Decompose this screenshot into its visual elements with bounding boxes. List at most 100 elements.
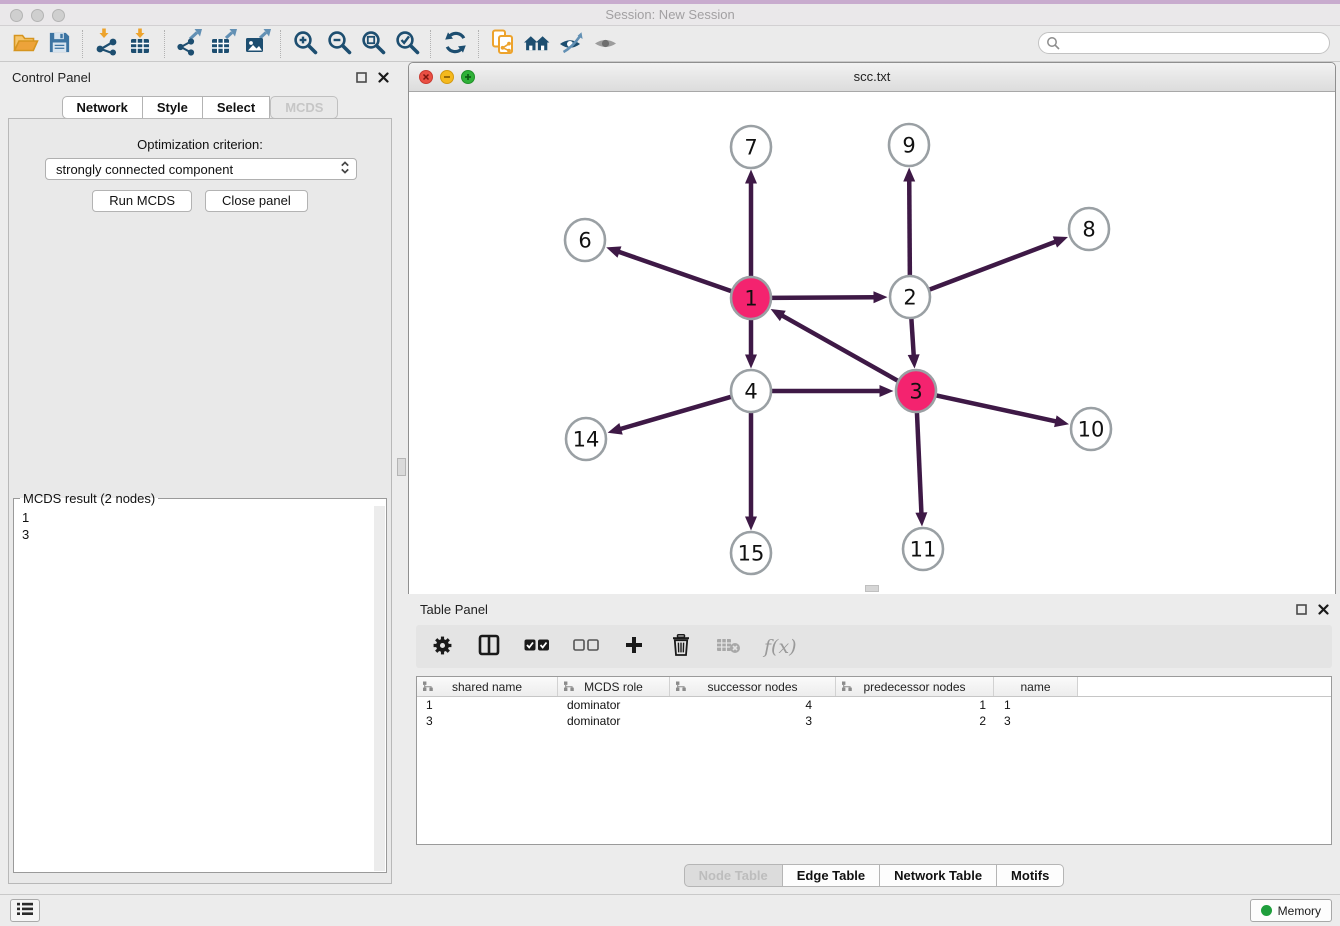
delete-column-button[interactable] — [669, 635, 693, 659]
edge-2-8[interactable] — [928, 241, 1057, 290]
cell-predecessor-nodes[interactable]: 1 — [836, 698, 994, 712]
column-layout-button[interactable] — [477, 635, 501, 659]
edge-4-14[interactable] — [619, 396, 733, 429]
edge-1-2[interactable] — [770, 297, 876, 298]
node-label-7: 7 — [744, 136, 757, 160]
column-label: name — [1020, 680, 1050, 694]
table-row[interactable]: 3dominator323 — [417, 713, 1331, 729]
edge-3-10[interactable] — [935, 395, 1058, 422]
tab-select[interactable]: Select — [203, 96, 270, 119]
cell-predecessor-nodes[interactable]: 2 — [836, 714, 994, 728]
node-table[interactable]: shared nameMCDS rolesuccessor nodesprede… — [416, 676, 1332, 845]
memory-button[interactable]: Memory — [1250, 899, 1332, 922]
float-panel-icon[interactable] — [1295, 603, 1308, 616]
copy-network-icon — [489, 28, 517, 59]
houses-icon — [523, 28, 551, 59]
toolbar-separator — [164, 30, 166, 58]
network-view-window: scc.txt 1234678910111415 — [408, 62, 1336, 594]
export-image-icon — [243, 28, 271, 59]
table-toolbar: f(x) — [416, 625, 1332, 668]
panel-splitter-handle[interactable] — [397, 458, 406, 476]
cell-shared-name[interactable]: 3 — [417, 714, 558, 728]
tab-motifs[interactable]: Motifs — [997, 864, 1064, 887]
zoom-out-icon — [326, 29, 353, 59]
cell-successor-nodes[interactable]: 4 — [670, 698, 836, 712]
arrowhead-4-15 — [745, 517, 757, 531]
zoom-fit-button[interactable] — [356, 28, 390, 60]
control-panel-title: Control Panel — [12, 70, 91, 85]
export-table-button[interactable] — [206, 28, 240, 60]
float-panel-icon[interactable] — [355, 71, 368, 84]
table-settings-button[interactable] — [430, 635, 454, 659]
column-header-predecessor-nodes[interactable]: predecessor nodes — [836, 677, 994, 696]
cell-successor-nodes[interactable]: 3 — [670, 714, 836, 728]
refresh-layout-button[interactable] — [438, 28, 472, 60]
network-window-titlebar[interactable]: scc.txt — [409, 63, 1335, 92]
cell-name[interactable]: 1 — [994, 698, 1078, 712]
canvas-resize-grip[interactable] — [865, 585, 879, 592]
import-network-button[interactable] — [90, 28, 124, 60]
tab-network[interactable]: Network — [62, 96, 143, 119]
result-scrollbar[interactable] — [374, 506, 385, 871]
edge-3-1[interactable] — [781, 315, 899, 382]
criterion-dropdown[interactable]: strongly connected component — [45, 158, 357, 180]
import-table-icon — [127, 28, 155, 59]
search-icon — [1046, 36, 1061, 51]
search-field[interactable] — [1038, 32, 1330, 54]
function-builder-button[interactable]: f(x) — [764, 635, 797, 659]
network-canvas[interactable]: 1234678910111415 — [409, 92, 1335, 594]
criterion-value: strongly connected component — [56, 162, 340, 177]
zoom-selected-button[interactable] — [390, 28, 424, 60]
tab-mcds[interactable]: MCDS — [270, 96, 338, 119]
delete-table-icon — [716, 636, 741, 657]
column-header-mcds-role[interactable]: MCDS role — [558, 677, 670, 696]
column-header-shared-name[interactable]: shared name — [417, 677, 558, 696]
tab-node-table[interactable]: Node Table — [684, 864, 783, 887]
arrowhead-1-4 — [745, 355, 757, 369]
import-table-button[interactable] — [124, 28, 158, 60]
close-panel-button[interactable]: Close panel — [205, 190, 308, 212]
cell-shared-name[interactable]: 1 — [417, 698, 558, 712]
node-label-4: 4 — [744, 380, 757, 404]
memory-label: Memory — [1278, 904, 1321, 918]
add-column-button[interactable] — [622, 635, 646, 659]
run-mcds-button[interactable]: Run MCDS — [92, 190, 192, 212]
node-label-9: 9 — [902, 134, 915, 158]
edge-2-3[interactable] — [911, 316, 914, 357]
column-header-name[interactable]: name — [994, 677, 1078, 696]
zoom-in-button[interactable] — [288, 28, 322, 60]
tab-edge-table[interactable]: Edge Table — [783, 864, 880, 887]
deselect-all-button[interactable] — [573, 635, 599, 659]
cell-mcds-role[interactable]: dominator — [558, 714, 670, 728]
list-icon — [16, 902, 34, 919]
search-input[interactable] — [1038, 32, 1330, 54]
chevron-updown-icon — [340, 160, 350, 178]
table-row[interactable]: 1dominator411 — [417, 697, 1331, 713]
export-image-button[interactable] — [240, 28, 274, 60]
delete-table-button[interactable] — [716, 635, 741, 659]
edge-3-11[interactable] — [917, 410, 922, 515]
edge-2-9[interactable] — [909, 179, 910, 278]
toolbar-separator — [280, 30, 282, 58]
cell-name[interactable]: 3 — [994, 714, 1078, 728]
hide-selected-button[interactable] — [554, 28, 588, 60]
select-all-button[interactable] — [524, 635, 550, 659]
close-panel-icon[interactable] — [1317, 603, 1330, 616]
column-header-successor-nodes[interactable]: successor nodes — [670, 677, 836, 696]
columns-icon — [478, 634, 500, 659]
tab-style[interactable]: Style — [143, 96, 203, 119]
tab-network-table[interactable]: Network Table — [880, 864, 997, 887]
task-history-button[interactable] — [10, 899, 40, 922]
show-all-button[interactable] — [588, 28, 622, 60]
zoom-out-button[interactable] — [322, 28, 356, 60]
open-session-button[interactable] — [8, 28, 42, 60]
new-network-from-selection-button[interactable] — [486, 28, 520, 60]
cell-mcds-role[interactable]: dominator — [558, 698, 670, 712]
close-panel-icon[interactable] — [377, 71, 390, 84]
edge-1-6[interactable] — [618, 251, 733, 291]
save-session-button[interactable] — [42, 28, 76, 60]
refresh-icon — [442, 29, 469, 59]
network-file-title: scc.txt — [409, 69, 1335, 84]
export-network-button[interactable] — [172, 28, 206, 60]
first-neighbors-button[interactable] — [520, 28, 554, 60]
